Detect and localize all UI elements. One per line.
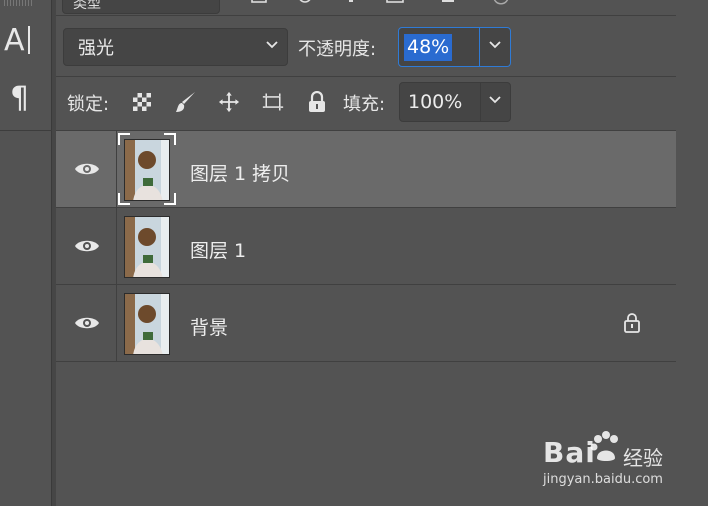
layer-filter-label: 类型 <box>73 0 101 12</box>
filter-toggle-icon[interactable] <box>492 0 510 10</box>
baidu-watermark: Bai 经验 jingyan.baidu.com <box>543 430 703 490</box>
options-divider <box>56 76 676 77</box>
blend-mode-select[interactable]: 强光 <box>63 28 288 66</box>
opacity-value[interactable]: 48% <box>404 34 453 61</box>
layer-lock-icon[interactable] <box>623 312 641 334</box>
opacity-label: 不透明度: <box>298 39 377 60</box>
filter-pixel-icon[interactable] <box>250 0 268 10</box>
paragraph-panel-icon[interactable]: ¶ <box>3 80 37 114</box>
fill-label: 填充: <box>343 94 386 115</box>
opacity-dropdown-icon[interactable] <box>488 40 502 50</box>
fill-field[interactable]: 100% <box>399 82 511 122</box>
row-divider <box>116 285 117 362</box>
opacity-divider <box>479 28 480 66</box>
tool-strip: A ¶ <box>0 0 52 506</box>
fill-value[interactable]: 100% <box>408 91 462 113</box>
watermark-brand-suffix: 经验 <box>623 446 663 470</box>
watermark-url: jingyan.baidu.com <box>543 472 663 487</box>
row-divider <box>116 131 117 208</box>
layer-row-layer1-copy[interactable]: 图层 1 拷贝 <box>56 131 676 208</box>
layer-filter-select[interactable]: 类型 <box>62 0 220 14</box>
eye-icon[interactable] <box>74 314 100 332</box>
blend-mode-value: 强光 <box>78 38 114 59</box>
layer-name[interactable]: 图层 1 拷贝 <box>190 159 290 186</box>
layer-row-background[interactable]: 背景 <box>56 285 676 362</box>
row-divider <box>116 208 117 285</box>
lock-artboard-icon[interactable] <box>262 90 284 114</box>
lock-position-icon[interactable] <box>218 90 240 114</box>
panel-grip[interactable] <box>4 0 32 6</box>
layer-thumbnail <box>124 139 170 201</box>
filter-adjustment-icon[interactable] <box>296 0 314 10</box>
header-divider <box>56 15 676 16</box>
opacity-field[interactable]: 48% <box>398 27 511 67</box>
lock-image-pixels-icon[interactable] <box>175 90 197 114</box>
layer-name[interactable]: 背景 <box>190 313 228 340</box>
lock-transparent-pixels-icon[interactable] <box>131 90 153 114</box>
eye-icon[interactable] <box>74 160 100 178</box>
lock-all-icon[interactable] <box>306 90 328 114</box>
fill-divider <box>480 83 481 121</box>
paw-logo-icon <box>590 431 618 461</box>
svg-text:¶: ¶ <box>10 81 29 114</box>
watermark-brand: Bai <box>543 436 596 469</box>
fill-dropdown-icon[interactable] <box>488 95 502 105</box>
tool-divider <box>0 130 52 131</box>
svg-text:A: A <box>4 23 25 56</box>
filter-shape-icon[interactable] <box>386 0 404 10</box>
eye-icon[interactable] <box>74 237 100 255</box>
filter-type-icon[interactable] <box>342 0 360 10</box>
filter-smart-object-icon[interactable] <box>440 0 458 10</box>
character-panel-icon[interactable]: A <box>3 22 37 56</box>
layer-row-layer1[interactable]: 图层 1 <box>56 208 676 285</box>
layer-name[interactable]: 图层 1 <box>190 236 246 263</box>
chevron-down-icon <box>266 41 278 49</box>
layer-thumbnail <box>124 216 170 278</box>
layer-thumbnail <box>124 293 170 355</box>
lock-label: 锁定: <box>67 94 110 115</box>
layers-list: 图层 1 拷贝 图层 1 背景 <box>56 131 676 362</box>
